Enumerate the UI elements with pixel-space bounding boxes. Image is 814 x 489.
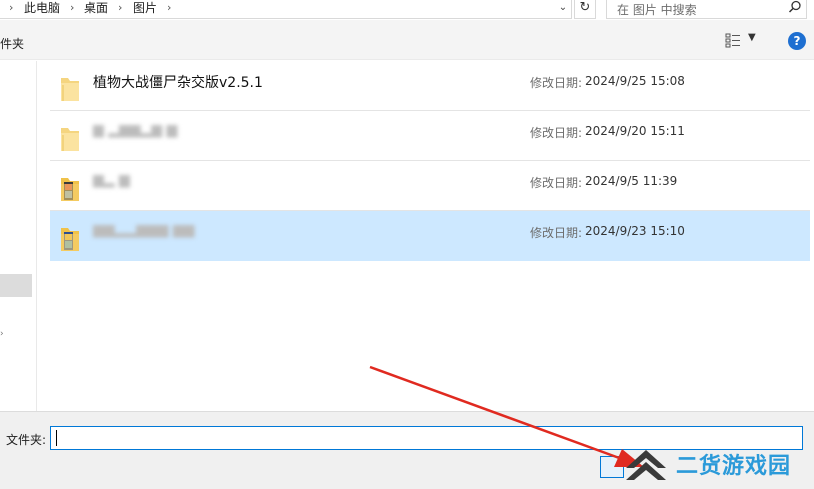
folder-icon xyxy=(61,78,79,101)
navigation-pane: › xyxy=(0,61,37,411)
file-list: 植物大战僵尸杂交版v2.5.1 修改日期: 2024/9/25 15:08 ▆ … xyxy=(37,61,814,411)
nav-selected-item[interactable] xyxy=(0,274,32,297)
watermark-chevron-icon xyxy=(626,450,666,480)
breadcrumb-desktop[interactable]: 桌面 xyxy=(84,0,108,16)
view-dropdown-icon[interactable]: ▼ xyxy=(748,32,756,43)
redacted-name-blur: ▆▆▂▂▆▆▆ ▆▆ xyxy=(93,222,195,238)
view-options-icon[interactable] xyxy=(725,32,741,48)
date-label: 修改日期: xyxy=(530,76,583,90)
watermark-text: 二货游戏园 xyxy=(676,454,792,479)
date-label: 修改日期: xyxy=(530,126,583,140)
date-label: 修改日期: xyxy=(530,226,583,240)
date-value: 2024/9/25 15:08 xyxy=(585,74,685,88)
breadcrumb-separator: › xyxy=(9,1,14,14)
folder-label: 文件夹: xyxy=(6,433,47,447)
address-dropdown-icon[interactable]: ⌄ xyxy=(556,0,570,16)
image-folder-icon xyxy=(61,178,79,201)
file-name: 植物大战僵尸杂交版v2.5.1 xyxy=(93,75,263,91)
folder-icon xyxy=(61,128,79,151)
text-caret xyxy=(56,430,57,446)
date-value: 2024/9/5 11:39 xyxy=(585,174,678,188)
file-row[interactable]: 植物大战僵尸杂交版v2.5.1 修改日期: 2024/9/25 15:08 xyxy=(50,61,810,111)
breadcrumb-separator: › xyxy=(118,1,123,14)
breadcrumb-separator: › xyxy=(70,1,75,14)
search-placeholder: 在 图片 中搜索 xyxy=(617,3,697,17)
breadcrumb-pictures[interactable]: 图片 xyxy=(133,0,157,16)
file-row-selected[interactable]: ▆▆▂▂▆▆▆ ▆▆ 修改日期: 2024/9/23 15:10 xyxy=(50,211,810,261)
file-row[interactable]: ▆ ▂▆▆▂▆ ▆ 修改日期: 2024/9/20 15:11 xyxy=(50,111,810,161)
date-value: 2024/9/23 15:10 xyxy=(585,224,685,238)
toolbar: 件夹 ▼ ? xyxy=(0,20,814,60)
refresh-icon: ↻ xyxy=(579,0,591,15)
breadcrumb-this-pc[interactable]: 此电脑 xyxy=(24,0,60,16)
refresh-button[interactable]: ↻ xyxy=(574,0,596,19)
file-row[interactable]: ▆▂ ▆ 修改日期: 2024/9/5 11:39 xyxy=(50,161,810,211)
new-folder-button[interactable]: 件夹 xyxy=(0,35,24,52)
redacted-name-blur: ▆▂ ▆ xyxy=(93,172,130,188)
breadcrumb-separator: › xyxy=(167,1,172,14)
help-button[interactable]: ? xyxy=(788,32,806,50)
redacted-name-blur: ▆ ▂▆▆▂▆ ▆ xyxy=(93,122,178,138)
image-folder-icon xyxy=(61,228,79,251)
search-icon xyxy=(788,0,801,13)
date-value: 2024/9/20 15:11 xyxy=(585,124,685,138)
search-input[interactable]: 在 图片 中搜索 xyxy=(606,0,807,19)
address-row: › 此电脑 › 桌面 › 图片 › ⌄ ↻ 在 图片 中搜索 xyxy=(0,0,814,20)
nav-expand-icon[interactable]: › xyxy=(0,329,4,339)
date-label: 修改日期: xyxy=(530,176,583,190)
